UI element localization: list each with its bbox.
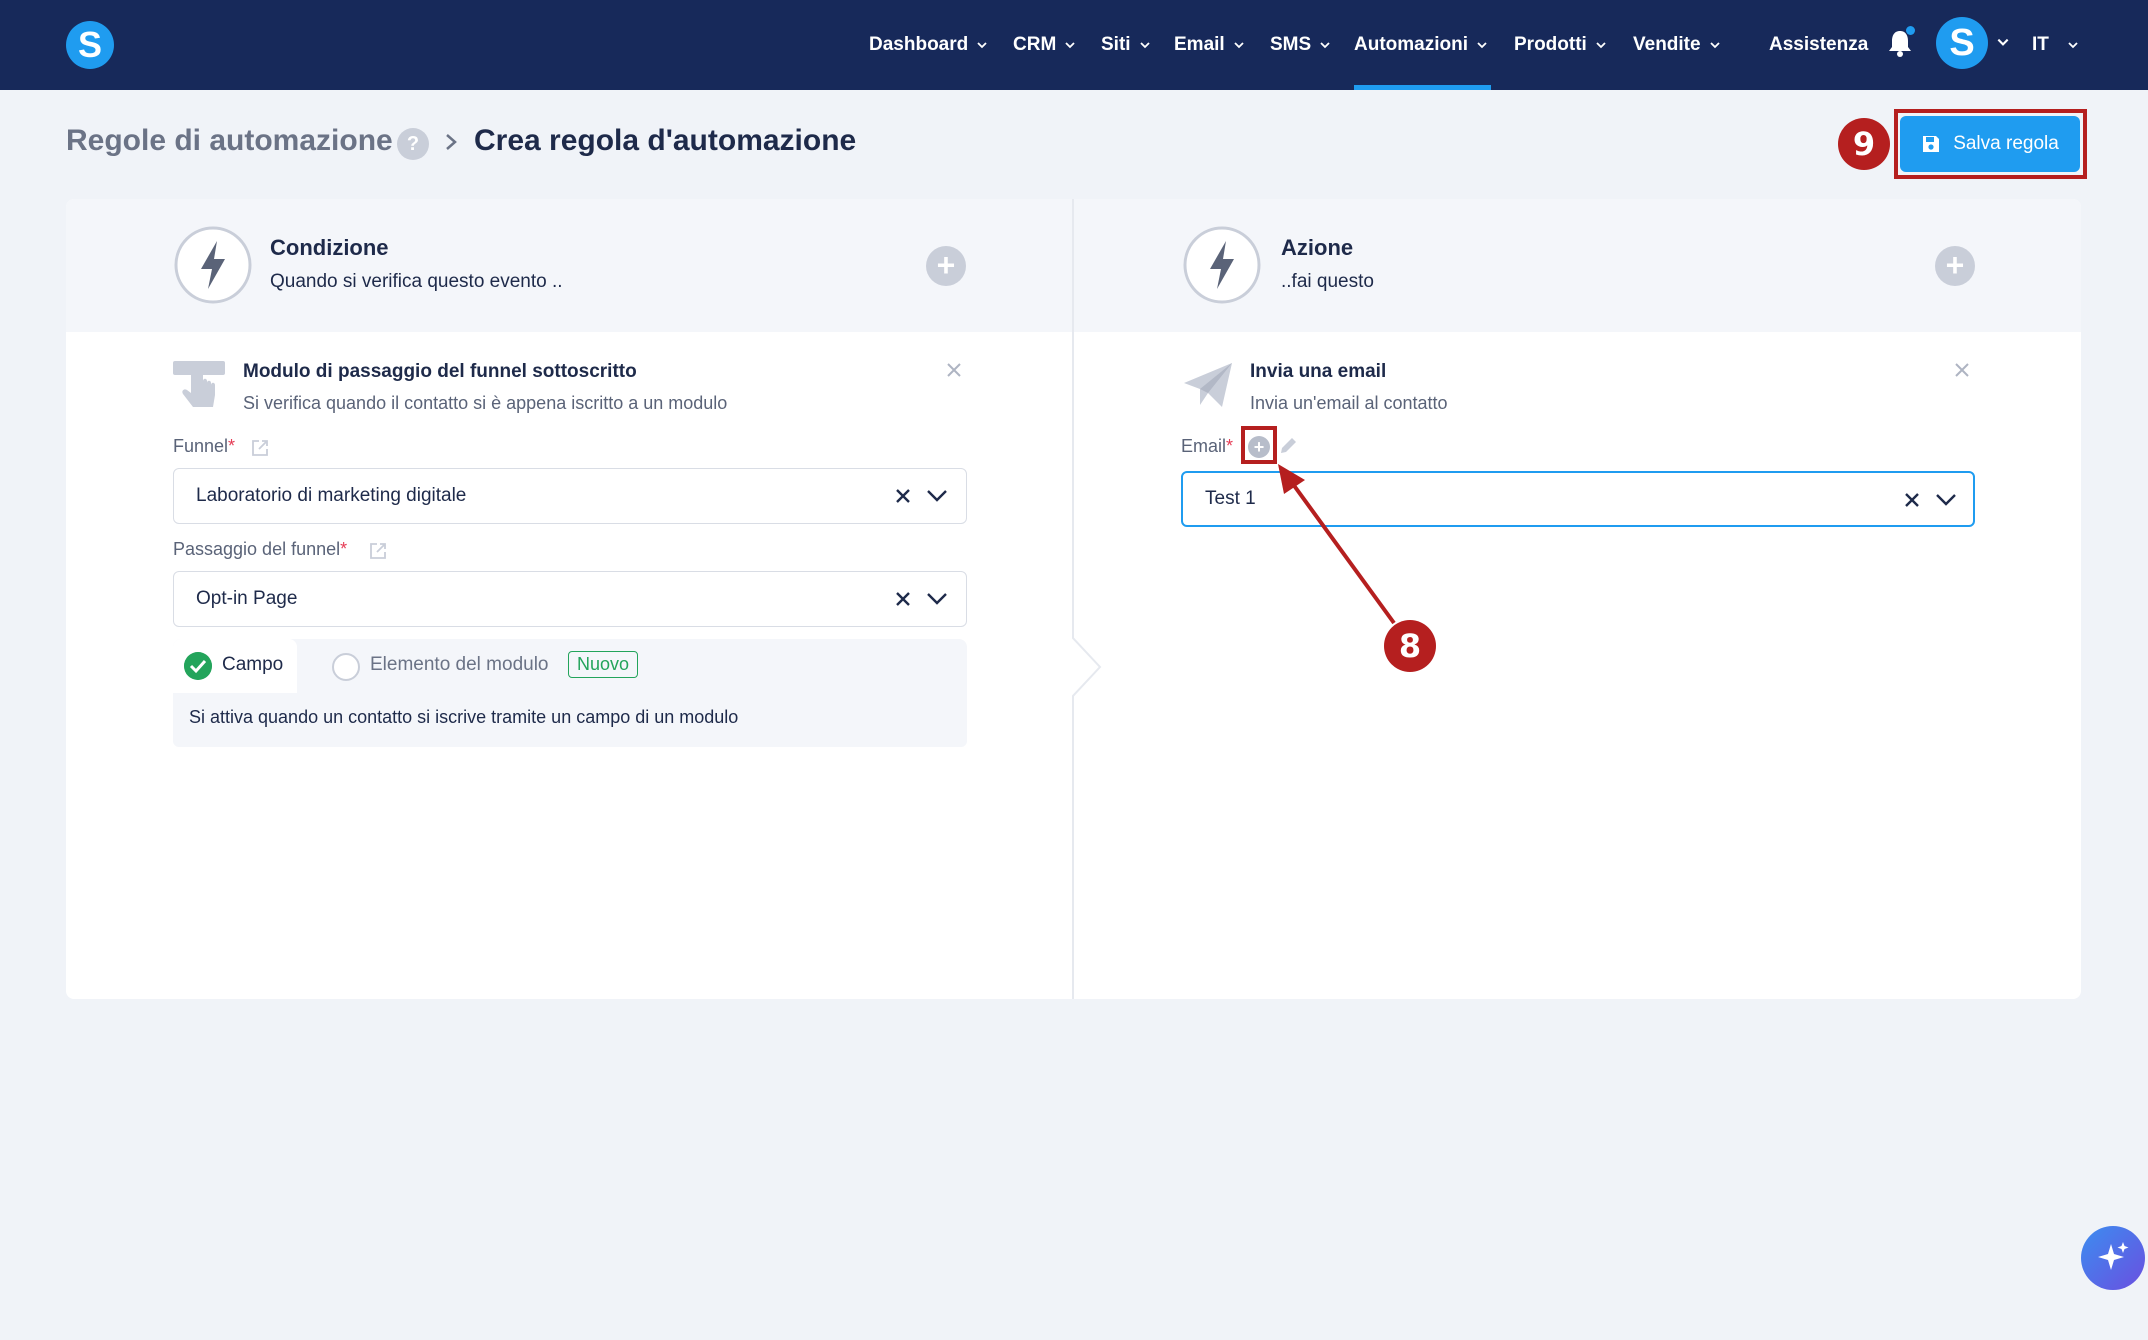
chevron-down-icon[interactable]: [926, 489, 948, 503]
nav-assistenza[interactable]: Assistenza: [1769, 0, 1868, 90]
clear-icon[interactable]: [1903, 491, 1921, 509]
option-elemento-modulo[interactable]: Elemento del modulo: [370, 654, 549, 676]
trigger-block-title: Modulo di passaggio del funnel sottoscri…: [243, 361, 637, 382]
nav-automazioni-label: Automazioni: [1354, 34, 1468, 55]
nav-email-label: Email: [1174, 34, 1225, 55]
chevron-down-icon: [1596, 42, 1606, 49]
paper-plane-icon: [1184, 363, 1232, 407]
step-badge-email: 8: [1384, 620, 1436, 672]
external-link-icon[interactable]: [368, 541, 388, 561]
nav-dashboard-label: Dashboard: [869, 34, 969, 55]
close-icon[interactable]: [1952, 360, 1972, 380]
clear-icon[interactable]: [894, 590, 912, 608]
language-selector[interactable]: IT: [2032, 0, 2079, 90]
email-label-text: Email: [1181, 436, 1227, 456]
trigger-block-subtitle: Si verifica quando il contatto si è appe…: [243, 393, 728, 413]
save-rule-label: Salva regola: [1953, 133, 2059, 154]
action-subtitle: ..fai questo: [1281, 271, 1374, 292]
save-icon: [1923, 136, 1940, 152]
active-tab-indicator: [1354, 85, 1491, 90]
ai-assistant-button[interactable]: [2081, 1226, 2145, 1290]
funnel-label: Funnel*: [173, 436, 236, 456]
funnel-select[interactable]: Laboratorio di marketing digitale: [173, 468, 967, 524]
funnel-step-label: Passaggio del funnel*: [173, 539, 348, 559]
chevron-down-icon: [2068, 42, 2078, 49]
chevron-down-icon[interactable]: [1935, 493, 1957, 507]
funnel-select-value: Laboratorio di marketing digitale: [196, 485, 467, 506]
page-title: Crea regola d'automazione: [474, 124, 857, 157]
rule-editor-card: Condizione Quando si verifica questo eve…: [66, 199, 2081, 999]
breadcrumb-root[interactable]: Regole di automazione: [66, 124, 393, 158]
top-navbar: S Dashboard CRM Siti Email SMS Automazio…: [0, 0, 2148, 90]
nav-dashboard[interactable]: Dashboard: [869, 0, 988, 90]
funnel-label-text: Funnel: [173, 436, 229, 456]
new-badge: Nuovo: [568, 651, 639, 678]
external-link-icon[interactable]: [250, 438, 270, 458]
email-label: Email*: [1181, 436, 1234, 456]
chevron-down-icon: [1234, 42, 1244, 49]
radio-element-module[interactable]: [332, 653, 360, 681]
save-rule-button[interactable]: Salva regola: [1900, 116, 2080, 172]
chevron-down-icon: [1139, 42, 1150, 49]
chevron-down-icon: [1477, 42, 1487, 49]
nav-email[interactable]: Email: [1174, 0, 1245, 90]
nav-sms[interactable]: SMS: [1270, 0, 1331, 90]
close-icon[interactable]: [944, 360, 964, 380]
app-logo[interactable]: S: [66, 21, 114, 69]
action-block-subtitle: Invia un'email al contatto: [1250, 393, 1448, 413]
lightning-icon: [1183, 226, 1261, 304]
nav-crm[interactable]: CRM: [1013, 0, 1076, 90]
nav-automazioni[interactable]: Automazioni: [1354, 0, 1488, 90]
chevron-down-icon[interactable]: [926, 592, 948, 606]
lightning-icon: [174, 226, 252, 304]
pencil-icon[interactable]: [1278, 436, 1298, 456]
nav-crm-label: CRM: [1013, 34, 1057, 55]
chevron-down-icon[interactable]: [1996, 35, 2010, 49]
trigger-info-text: Si attiva quando un contatto si iscrive …: [173, 693, 967, 747]
option-campo[interactable]: Campo: [222, 654, 283, 676]
help-icon[interactable]: ?: [397, 128, 429, 160]
notification-dot: [1906, 26, 1915, 35]
nav-sms-label: SMS: [1270, 34, 1312, 55]
sparkle-icon: [2098, 1242, 2129, 1270]
chevron-down-icon: [1320, 42, 1330, 49]
step-badge-save: 9: [1838, 118, 1890, 170]
action-title: Azione: [1281, 235, 1354, 260]
column-divider: [1072, 199, 1074, 999]
form-hand-icon: [173, 361, 225, 407]
nav-siti-label: Siti: [1101, 34, 1131, 55]
action-block-title: Invia una email: [1250, 361, 1387, 382]
chevron-down-icon: [977, 42, 987, 49]
chevron-down-icon: [1709, 42, 1720, 49]
nav-assistenza-label: Assistenza: [1769, 34, 1869, 55]
add-condition-button[interactable]: +: [926, 246, 966, 286]
nav-prodotti-label: Prodotti: [1514, 34, 1587, 55]
check-circle-icon[interactable]: [184, 652, 212, 680]
chevron-right-icon: [446, 134, 457, 150]
funnel-step-select[interactable]: Opt-in Page: [173, 571, 967, 627]
highlight-box-add-email: [1241, 426, 1277, 464]
condition-title: Condizione: [270, 235, 389, 260]
nav-vendite[interactable]: Vendite: [1633, 0, 1721, 90]
funnel-step-label-text: Passaggio del funnel: [173, 539, 341, 559]
nav-vendite-label: Vendite: [1633, 34, 1701, 55]
avatar[interactable]: S: [1936, 17, 1988, 69]
add-action-button[interactable]: +: [1935, 246, 1975, 286]
chevron-down-icon: [1065, 42, 1075, 49]
divider-notch: [1072, 637, 1102, 697]
condition-subtitle: Quando si verifica questo evento ..: [270, 271, 563, 292]
nav-prodotti[interactable]: Prodotti: [1514, 0, 1607, 90]
language-label: IT: [2032, 34, 2049, 55]
clear-icon[interactable]: [894, 487, 912, 505]
nav-siti[interactable]: Siti: [1101, 0, 1151, 90]
funnel-step-select-value: Opt-in Page: [196, 588, 298, 609]
email-select[interactable]: Test 1: [1181, 471, 1975, 527]
email-select-value[interactable]: Test 1: [1205, 488, 1256, 510]
